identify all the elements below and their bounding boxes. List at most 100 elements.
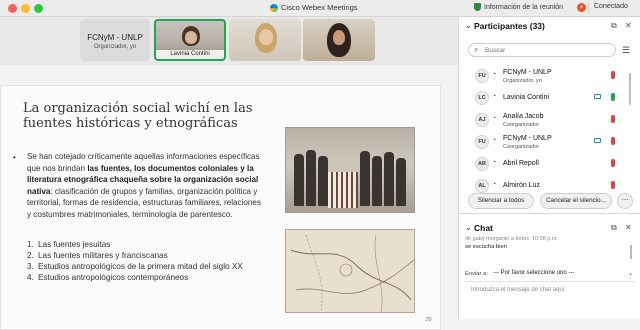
- participant-row[interactable]: LC ◔ Lavinia Contini: [459, 87, 634, 109]
- participant-name: FCNyM - UNLP: [503, 135, 552, 142]
- more-options-icon[interactable]: ⋯: [617, 193, 633, 209]
- bullet-text-part: : clasificación de grupos y familias, or…: [27, 186, 261, 219]
- list-item: 3. Estudios antropológicos de la primera …: [27, 262, 243, 271]
- audio-device-icon: ◔: [492, 159, 497, 166]
- mic-muted-icon[interactable]: [611, 137, 615, 145]
- historical-photo: [285, 127, 415, 213]
- mute-all-button[interactable]: Silenciar a todos: [468, 193, 534, 209]
- participant-row[interactable]: AR ◔ Abril Repoll: [459, 153, 634, 175]
- chevron-down-icon[interactable]: ⌄: [628, 270, 633, 277]
- camera-on-icon: [594, 94, 601, 99]
- participant-name: FCNyM - UNLP: [503, 69, 552, 76]
- meeting-info-text: Información de la reunión: [484, 3, 563, 11]
- participant-video-face: [333, 30, 345, 45]
- panel-divider: [459, 213, 640, 214]
- compose-divider: [465, 281, 635, 282]
- participant-search[interactable]: ⌕: [468, 43, 616, 57]
- participant-actions: Silenciar a todos Cancelar el silencio..…: [459, 193, 640, 211]
- mic-muted-icon[interactable]: [611, 181, 615, 189]
- participant-name: Almirón Luz: [503, 182, 540, 189]
- collapse-chevron-icon[interactable]: ⌄: [465, 223, 472, 232]
- app-title-text: Cisco Webex Meetings: [281, 3, 358, 12]
- audio-device-icon: ◔: [492, 181, 497, 188]
- participant-video-face: [259, 29, 273, 45]
- meeting-stage: FCNyM - UNLP Organizador, yo Lavinia Con…: [0, 17, 458, 330]
- participant-row[interactable]: FU ◔ FCNyM - UNLP Coorganizador: [459, 131, 634, 153]
- photo-figure: [360, 151, 370, 206]
- name-tile-subtitle: Organizador, yo: [93, 44, 137, 50]
- participant-role: Organizador, yo: [503, 78, 542, 84]
- photo-figure: [384, 152, 394, 206]
- close-icon[interactable]: ✕: [625, 223, 632, 232]
- chat-input[interactable]: Introduzca el mensaje de chat aquí: [471, 287, 564, 293]
- video-tile[interactable]: [303, 19, 375, 61]
- chat-message: se escucha bien: [465, 244, 507, 250]
- send-to-row: Enviar a: --- Por favor seleccione uno -…: [465, 270, 635, 280]
- camera-on-icon: [594, 138, 601, 143]
- recording-icon[interactable]: ●: [577, 3, 586, 12]
- list-item-text: Las fuentes militares y franciscanas: [38, 251, 168, 260]
- minimize-window-button[interactable]: [21, 4, 30, 13]
- participant-row[interactable]: FU ◔ FCNyM - UNLP Organizador, yo: [459, 65, 634, 87]
- video-tile-active-speaker[interactable]: Lavinia Contini: [154, 19, 226, 61]
- cancel-mute-button[interactable]: Cancelar el silencio...: [540, 193, 612, 209]
- participants-title: Participantes (33): [474, 21, 545, 31]
- search-input[interactable]: [485, 46, 605, 55]
- send-to-label: Enviar a:: [465, 271, 488, 277]
- side-panel: ⌄ Participantes (33) ⧉ ✕ ⌕ ☰ FU ◔ FCNyM …: [458, 17, 640, 319]
- mic-on-icon[interactable]: [611, 93, 615, 101]
- photo-figure: [372, 156, 382, 206]
- mic-muted-icon[interactable]: [611, 115, 615, 123]
- window-titlebar: Cisco Webex Meetings Información de la r…: [0, 0, 640, 17]
- video-tile[interactable]: [229, 19, 301, 61]
- participants-header: ⌄ Participantes (33) ⧉ ✕: [459, 17, 640, 37]
- list-item-text: Estudios antropológicos de la primera mi…: [38, 262, 243, 271]
- mic-muted-icon[interactable]: [611, 159, 615, 167]
- avatar: FU: [475, 69, 489, 83]
- maximize-window-button[interactable]: [34, 4, 43, 13]
- shield-icon: [474, 3, 481, 11]
- audio-device-icon: ◔: [492, 137, 497, 144]
- photo-blanket: [328, 172, 358, 208]
- avatar: AL: [475, 179, 489, 193]
- name-tile[interactable]: FCNyM - UNLP Organizador, yo: [80, 19, 150, 61]
- popout-icon[interactable]: ⧉: [611, 21, 617, 31]
- participant-role: Coorganizador: [503, 122, 540, 128]
- photo-figure: [396, 158, 406, 206]
- send-to-select[interactable]: --- Por favor seleccione uno ---: [493, 270, 574, 276]
- avatar: LC: [475, 91, 489, 105]
- participant-name: Analía Jacob: [503, 113, 544, 120]
- slide-side-strip: [441, 85, 458, 330]
- audio-device-icon: ◔: [492, 71, 497, 78]
- mic-muted-icon[interactable]: [611, 71, 615, 79]
- popout-icon[interactable]: ⧉: [611, 223, 617, 233]
- collapse-chevron-icon[interactable]: ⌄: [465, 21, 472, 30]
- list-item-text: Las fuentes jesuitas: [38, 240, 111, 249]
- video-tile-label: Lavinia Contini: [156, 50, 224, 59]
- list-item: 1. Las fuentes jesuitas: [27, 240, 111, 249]
- titlebar-divider: [588, 3, 589, 13]
- name-tile-title: FCNyM - UNLP: [87, 33, 143, 42]
- chat-scrollbar[interactable]: [630, 245, 632, 259]
- slide-bullet-paragraph: Se han cotejado críticamente aquellas in…: [27, 151, 267, 220]
- connection-status[interactable]: Conectado: [594, 3, 628, 10]
- avatar: AJ: [475, 113, 489, 127]
- shared-slide: La organización social wichí en las fuen…: [0, 85, 441, 330]
- participant-scrollbar[interactable]: [629, 73, 631, 105]
- avatar: AR: [475, 157, 489, 171]
- historical-map: [285, 229, 415, 313]
- chat-message-header: de gaby morgante a todos: 10:08 p.m.: [465, 236, 558, 242]
- photo-figure: [306, 150, 316, 206]
- slide-numbered-list: 1. Las fuentes jesuitas 2. Las fuentes mil…: [27, 239, 243, 283]
- meeting-info-link[interactable]: Información de la reunión: [474, 3, 563, 11]
- participant-list: FU ◔ FCNyM - UNLP Organizador, yo LC ◔ L…: [459, 65, 640, 197]
- close-icon[interactable]: ✕: [625, 21, 632, 30]
- list-item: 4. Estudios antropológicos contemporáneos: [27, 273, 189, 282]
- list-options-icon[interactable]: ☰: [622, 45, 630, 56]
- audio-device-icon: ◔: [492, 93, 497, 100]
- bullet-dot: •: [13, 153, 16, 162]
- close-window-button[interactable]: [8, 4, 17, 13]
- list-item: 2. Las fuentes militares y franciscanas: [27, 251, 168, 260]
- participant-row[interactable]: AJ ◔ Analía Jacob Coorganizador: [459, 109, 634, 131]
- participant-video-face: [185, 31, 197, 44]
